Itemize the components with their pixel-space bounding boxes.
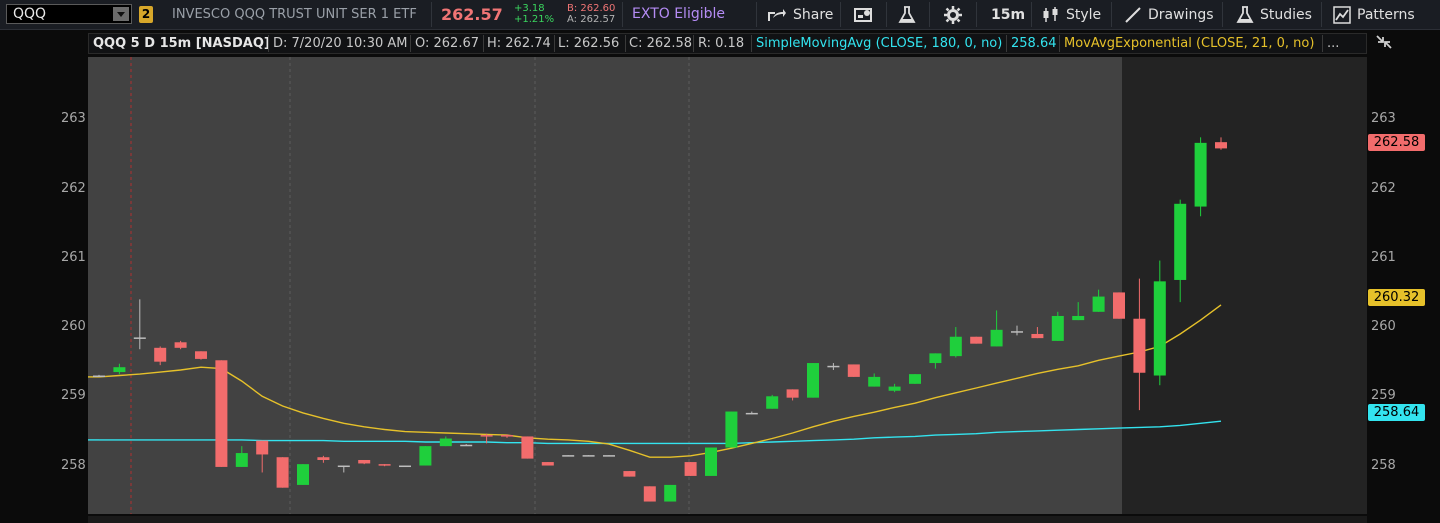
- ema-price-tag: 260.32: [1368, 289, 1425, 306]
- last-price-tag: 262.58: [1368, 134, 1425, 151]
- candle-body: [1051, 315, 1064, 341]
- candle-body: [1153, 281, 1166, 376]
- y-tick-label: 260: [1371, 319, 1396, 335]
- candle-body: [1174, 203, 1187, 280]
- candle-body: [1215, 142, 1227, 149]
- candle-body: [786, 389, 799, 398]
- candle-body: [847, 364, 860, 377]
- candle-body: [807, 363, 819, 398]
- candle-body: [154, 347, 167, 362]
- candle-body: [1072, 315, 1085, 321]
- candle-body: [1031, 333, 1044, 339]
- candle-body: [215, 360, 228, 467]
- candle-body: [705, 447, 717, 476]
- candle-body: [541, 462, 554, 466]
- candle-body: [909, 374, 921, 384]
- candlestick-chart: [88, 57, 1227, 514]
- candle-body: [460, 444, 473, 447]
- y-tick-label: 259: [61, 388, 86, 404]
- candle-body: [1092, 296, 1105, 312]
- y-tick-label: 263: [1371, 111, 1396, 127]
- candle-body: [195, 351, 207, 359]
- candle-body: [745, 412, 758, 415]
- candle-body: [603, 455, 615, 457]
- candle-body: [521, 436, 534, 459]
- candle-body: [929, 353, 942, 364]
- candle-body: [1011, 331, 1023, 333]
- candle-body: [358, 459, 371, 464]
- candle-body: [827, 365, 840, 368]
- sma-price-tag: 258.64: [1368, 404, 1425, 421]
- candle-body: [113, 367, 126, 373]
- y-tick-label: 260: [61, 319, 86, 335]
- candle-body: [419, 446, 432, 466]
- candle-body: [643, 486, 656, 502]
- candle-body: [317, 457, 330, 460]
- y-tick-label: 262: [1371, 180, 1396, 196]
- candle-body: [725, 411, 738, 448]
- candle-body: [93, 375, 105, 378]
- candle-body: [562, 455, 575, 457]
- y-tick-label: 263: [61, 111, 86, 127]
- candle-body: [235, 453, 248, 467]
- candle-body: [501, 435, 513, 437]
- candle-body: [623, 471, 636, 477]
- candle-body: [949, 336, 962, 357]
- candle-body: [256, 440, 269, 455]
- candle-body: [1133, 318, 1146, 373]
- candle-body: [1113, 292, 1125, 319]
- candle-body: [378, 464, 391, 466]
- y-tick-label: 262: [61, 180, 86, 196]
- candle-body: [970, 336, 983, 344]
- candle-body: [990, 329, 1003, 347]
- y-tick-label: 258: [1371, 457, 1396, 473]
- candle-body: [766, 396, 779, 409]
- candle-body: [133, 337, 146, 339]
- candle-body: [337, 465, 350, 468]
- candle-body: [888, 386, 901, 391]
- candle-body: [684, 462, 697, 476]
- candle-body: [439, 438, 452, 447]
- candle-body: [480, 435, 493, 437]
- y-tick-label: 261: [1371, 249, 1396, 265]
- candle-body: [1194, 142, 1207, 207]
- y-tick-label: 259: [1371, 388, 1396, 404]
- candle-body: [399, 465, 411, 468]
- sma-line: [99, 420, 1222, 445]
- candle-body: [582, 455, 595, 457]
- candle-body: [664, 484, 677, 502]
- candle-body: [297, 464, 309, 485]
- y-tick-label: 258: [61, 457, 86, 473]
- candle-body: [174, 342, 187, 348]
- candle-body: [868, 376, 881, 387]
- y-tick-label: 261: [61, 249, 86, 265]
- candle-body: [276, 457, 289, 488]
